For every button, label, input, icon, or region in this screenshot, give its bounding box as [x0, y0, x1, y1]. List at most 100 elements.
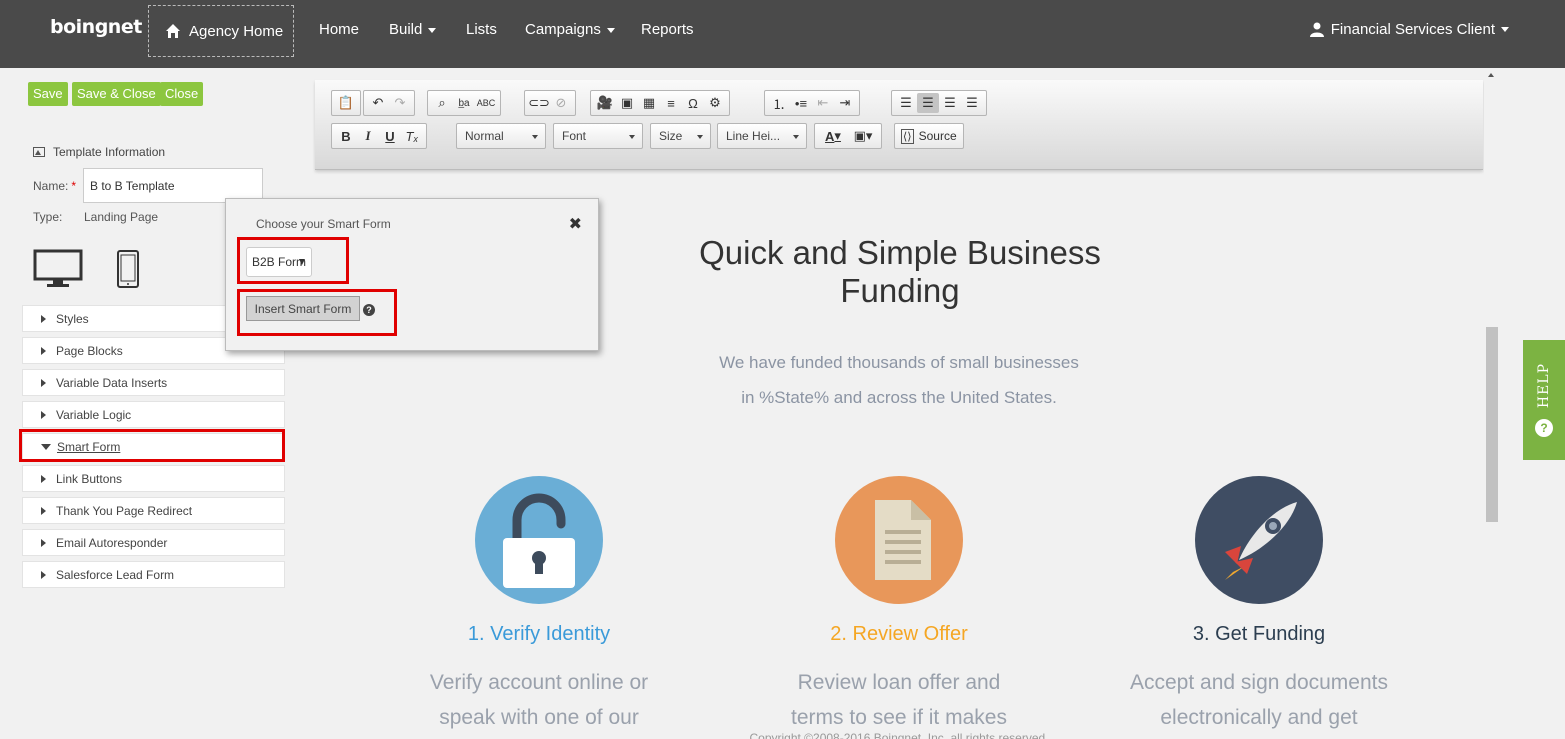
- page-subline-1[interactable]: We have funded thousands of small busine…: [315, 353, 1483, 373]
- undo-icon[interactable]: ↶: [367, 93, 389, 113]
- accordion-label: Link Buttons: [56, 471, 123, 486]
- document-icon: [875, 500, 931, 580]
- scrollbar-thumb[interactable]: [1486, 327, 1498, 522]
- source-button[interactable]: ⟨⟩ Source: [894, 123, 964, 149]
- nav-build[interactable]: Build: [389, 21, 437, 38]
- step-1-description[interactable]: Verify account online or speak with one o…: [389, 665, 689, 735]
- close-button[interactable]: Close: [160, 82, 204, 106]
- image-icon[interactable]: ▣: [616, 93, 638, 113]
- caret-right-icon: [41, 314, 46, 323]
- spellcheck-icon[interactable]: ABC: [475, 93, 497, 113]
- step-2-title[interactable]: 2. Review Offer: [769, 623, 1029, 646]
- step-2-title-text: 2. Review Offer: [830, 623, 968, 645]
- user-menu[interactable]: Financial Services Client: [1309, 21, 1509, 38]
- get-funding-illustration[interactable]: [1195, 476, 1323, 604]
- underline-icon[interactable]: U: [379, 126, 401, 146]
- paste-icon[interactable]: 📋: [335, 93, 357, 113]
- align-left-icon[interactable]: ☰: [895, 93, 917, 113]
- accordion-variable-logic[interactable]: Variable Logic: [22, 401, 285, 428]
- align-center-icon[interactable]: ☰: [917, 93, 939, 113]
- toolbar-group-insert: 🎥 ▣ ▦ ≡ Ω ⚙: [590, 90, 730, 116]
- outdent-icon[interactable]: ⇤: [812, 93, 834, 113]
- accordion-variable-data-inserts[interactable]: Variable Data Inserts: [22, 369, 285, 396]
- text-color-icon[interactable]: A ▾: [818, 126, 848, 146]
- step-3-description[interactable]: Accept and sign documents electronically …: [1109, 665, 1409, 735]
- scroll-up-icon[interactable]: [1488, 73, 1494, 77]
- accordion-link-buttons[interactable]: Link Buttons: [22, 465, 285, 492]
- chevron-down-icon: [1501, 27, 1509, 32]
- horizontal-rule-icon[interactable]: ≡: [660, 93, 682, 113]
- template-info-heading: Template Information: [33, 145, 165, 159]
- step-3-title[interactable]: 3. Get Funding: [1129, 623, 1389, 646]
- font-select[interactable]: Font: [553, 123, 643, 149]
- review-offer-illustration[interactable]: [835, 476, 963, 604]
- video-icon[interactable]: 🎥: [594, 93, 616, 113]
- step-1-line-2: speak with one of our: [439, 706, 639, 729]
- bullet-list-icon[interactable]: •≡: [790, 93, 812, 113]
- toolbar-group-clipboard: 📋: [331, 90, 361, 116]
- special-char-icon[interactable]: Ω: [682, 93, 704, 113]
- nav-build-label: Build: [389, 21, 423, 38]
- mobile-icon[interactable]: [116, 249, 140, 289]
- toolbar-group-align: ☰ ☰ ☰ ☰: [891, 90, 987, 116]
- step-1-title[interactable]: 1. Verify Identity: [409, 623, 669, 646]
- accordion-thank-you-redirect[interactable]: Thank You Page Redirect: [22, 497, 285, 524]
- boingnet-logo[interactable]: boingnet: [50, 16, 142, 38]
- highlight-form-select: [237, 237, 349, 284]
- desktop-icon[interactable]: [33, 249, 83, 289]
- bold-icon[interactable]: B: [335, 126, 357, 146]
- link-icon[interactable]: ⊂⊃: [528, 93, 550, 113]
- copyright-text: Copyright ©2008-2016 Boingnet, Inc. all …: [749, 731, 1049, 739]
- agency-home-button[interactable]: Agency Home: [148, 5, 294, 57]
- accordion-label: Variable Logic: [56, 407, 132, 422]
- align-right-icon[interactable]: ☰: [939, 93, 961, 113]
- home-icon: [166, 24, 180, 38]
- editor-area: 📋 ↶ ↷ ⌕ b̲a ABC ⊂⊃ ⊘ 🎥 ▣ ▦ ≡ Ω ⚙ ⒈ •≡ ⇤ …: [315, 68, 1483, 739]
- page-headline[interactable]: Quick and Simple Business Funding: [640, 234, 1160, 310]
- save-button[interactable]: Save: [28, 82, 68, 106]
- caret-right-icon: [41, 346, 46, 355]
- text-color-letter: A: [825, 128, 835, 144]
- accordion-label: Thank You Page Redirect: [56, 503, 193, 518]
- replace-icon[interactable]: b̲a: [453, 93, 475, 113]
- redo-icon[interactable]: ↷: [389, 93, 411, 113]
- find-icon[interactable]: ⌕: [431, 93, 453, 113]
- nav-home[interactable]: Home: [319, 21, 359, 38]
- chevron-down-icon: [428, 27, 437, 33]
- highlight-insert-button: [237, 289, 397, 336]
- source-icon: ⟨⟩: [901, 128, 914, 144]
- unlink-icon[interactable]: ⊘: [550, 93, 572, 113]
- nav-reports[interactable]: Reports: [641, 21, 694, 38]
- verify-identity-illustration[interactable]: [475, 476, 603, 604]
- toolbar-group-lists: ⒈ •≡ ⇤ ⇥: [764, 90, 860, 116]
- background-color-icon[interactable]: ▣▾: [848, 126, 878, 146]
- remove-format-icon[interactable]: Tₓ: [401, 126, 423, 146]
- highlight-smart-form: [19, 429, 285, 462]
- save-close-button[interactable]: Save & Close: [72, 82, 161, 106]
- gear-icon[interactable]: ⚙: [704, 93, 726, 113]
- step-2-description[interactable]: Review loan offer and terms to see if it …: [749, 665, 1049, 735]
- type-value: Landing Page: [84, 210, 159, 224]
- help-tab[interactable]: HELP ?: [1523, 340, 1565, 460]
- accordion-salesforce-lead-form[interactable]: Salesforce Lead Form: [22, 561, 285, 588]
- close-icon[interactable]: ✖: [569, 214, 582, 234]
- numbered-list-icon[interactable]: ⒈: [768, 93, 790, 113]
- indent-icon[interactable]: ⇥: [834, 93, 856, 113]
- align-justify-icon[interactable]: ☰: [961, 93, 983, 113]
- format-select[interactable]: Normal: [456, 123, 546, 149]
- size-select[interactable]: Size: [650, 123, 711, 149]
- nav-campaigns[interactable]: Campaigns: [525, 21, 615, 38]
- line-height-select[interactable]: Line Hei...: [717, 123, 807, 149]
- popup-title: Choose your Smart Form: [256, 217, 391, 231]
- caret-right-icon: [41, 506, 46, 515]
- nav-lists[interactable]: Lists: [466, 21, 497, 38]
- italic-icon[interactable]: I: [357, 126, 379, 146]
- accordion-label: Email Autoresponder: [56, 535, 168, 550]
- accordion-email-autoresponder[interactable]: Email Autoresponder: [22, 529, 285, 556]
- editor-toolbar: 📋 ↶ ↷ ⌕ b̲a ABC ⊂⊃ ⊘ 🎥 ▣ ▦ ≡ Ω ⚙ ⒈ •≡ ⇤ …: [315, 80, 1483, 170]
- caret-right-icon: [41, 538, 46, 547]
- accordion-label: Page Blocks: [56, 343, 123, 358]
- table-icon[interactable]: ▦: [638, 93, 660, 113]
- page-subline-2[interactable]: in %State% and across the United States.: [315, 388, 1483, 408]
- toolbar-group-style: B I U Tₓ: [331, 123, 427, 149]
